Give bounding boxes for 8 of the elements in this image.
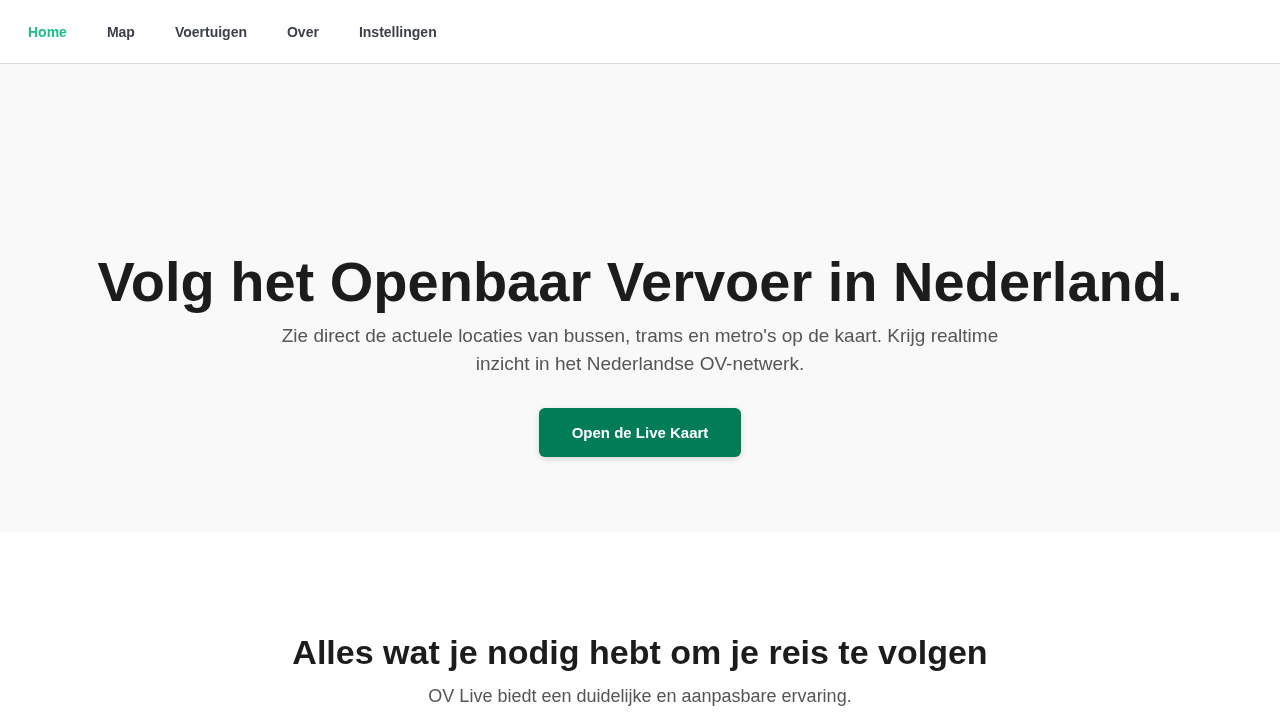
nav-link[interactable]: Instellingen [358, 23, 437, 40]
hero-subtitle: Zie direct de actuele locaties van bussen, trams en metro's op de kaart. Krijg realtime inzicht in het Nederlandse OV-netwerk. [280, 324, 1000, 376]
section-subtitle: OV Live biedt een duidelijke en aanpasbare ervaring. [428, 686, 852, 707]
open-map-button[interactable]: Open de Live Kaart [539, 408, 741, 457]
nav-link[interactable]: Map [106, 23, 135, 40]
nav-link[interactable]: Over [287, 23, 319, 40]
nav-link[interactable]: Voertuigen [174, 23, 247, 40]
section-title: Alles wat je nodig hebt om je reis te volgen [292, 632, 988, 672]
